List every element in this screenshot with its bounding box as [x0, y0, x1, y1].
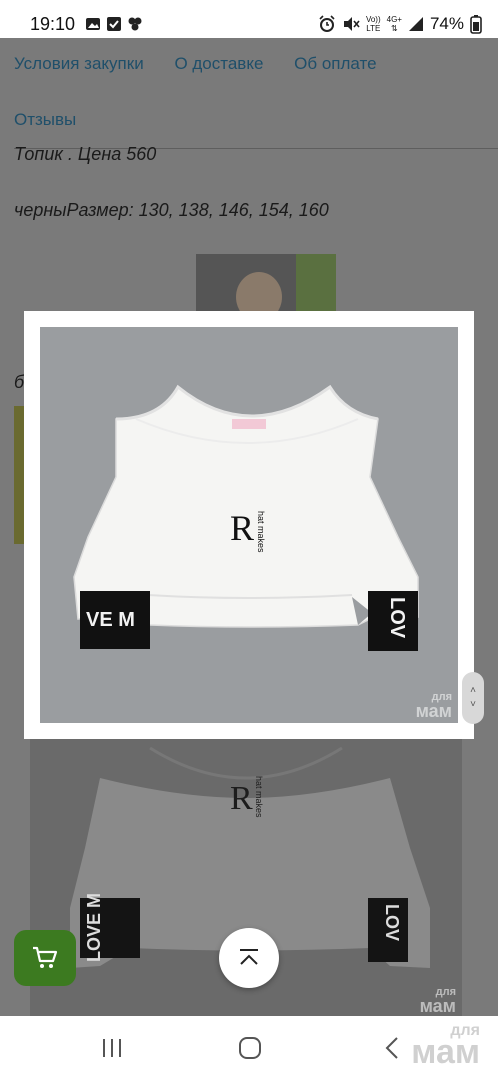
cart-icon: [33, 946, 58, 968]
system-nav-bar: для мам: [0, 1016, 498, 1080]
recents-button[interactable]: [98, 1034, 126, 1062]
mute-icon: [343, 17, 360, 31]
checkbox-icon: [107, 17, 122, 31]
home-icon: [239, 1037, 261, 1059]
image-icon: [86, 18, 101, 30]
recents-icon: [103, 1039, 121, 1057]
back-icon: [385, 1037, 398, 1059]
link-purchase-terms[interactable]: Условия закупки: [14, 54, 144, 73]
image-popup[interactable]: R hat makes VE M LOV для мам: [24, 311, 474, 739]
chevron-down-small-icon: ˅: [470, 699, 476, 710]
side-text: б: [14, 372, 25, 392]
nav-watermark: для мам: [411, 1022, 480, 1071]
link-delivery[interactable]: О доставке: [174, 54, 263, 73]
product-title: Топик . Цена 560: [14, 144, 157, 164]
back-button[interactable]: [378, 1034, 406, 1062]
cart-button[interactable]: [14, 930, 76, 986]
scroll-handle[interactable]: ˄ ˅: [462, 672, 484, 724]
4g-icon: 4G+ ⇅: [386, 15, 402, 33]
band-right-text: LOV: [386, 597, 408, 639]
bg-band-left-text: LOVE M: [84, 892, 104, 962]
signal-icon: [408, 17, 423, 31]
alarm-icon: [319, 15, 335, 32]
scroll-to-top-button[interactable]: [219, 928, 279, 988]
bg-watermark: для мам: [419, 985, 456, 1016]
bg-logo-text: hat makes: [254, 776, 264, 818]
photo-watermark: для мам: [415, 690, 452, 721]
app-cluster-icon: [128, 17, 142, 31]
bg-band-right-text: LOV: [382, 904, 402, 942]
chevron-up-icon: [240, 949, 258, 965]
battery-icon: [470, 15, 482, 34]
status-time: 19:10: [30, 13, 76, 34]
home-button[interactable]: [236, 1034, 264, 1062]
link-payment[interactable]: Об оплате: [294, 54, 376, 73]
bg-logo-letter: R: [230, 780, 253, 817]
battery-percent: 74%: [429, 14, 464, 33]
link-reviews[interactable]: Отзывы: [14, 110, 76, 129]
nav-links-row-1: Условия закупки О доставке Об оплате: [14, 54, 403, 74]
band-left-text: VE M: [86, 609, 135, 631]
chevron-up-small-icon: ˄: [470, 685, 476, 696]
nav-links-row-2: Отзывы: [14, 110, 102, 130]
product-photo: R hat makes VE M LOV для мам: [40, 327, 458, 723]
status-right-group: Vo)) LTE 4G+ ⇅ 74%: [318, 14, 482, 34]
logo-letter: R: [230, 508, 255, 548]
logo-side-text: hat makes: [256, 511, 266, 553]
volte-icon: Vo)) LTE: [365, 15, 381, 33]
product-sizes: черныРазмер: 130, 138, 146, 154, 160: [14, 200, 329, 220]
model-photo: [196, 254, 336, 314]
